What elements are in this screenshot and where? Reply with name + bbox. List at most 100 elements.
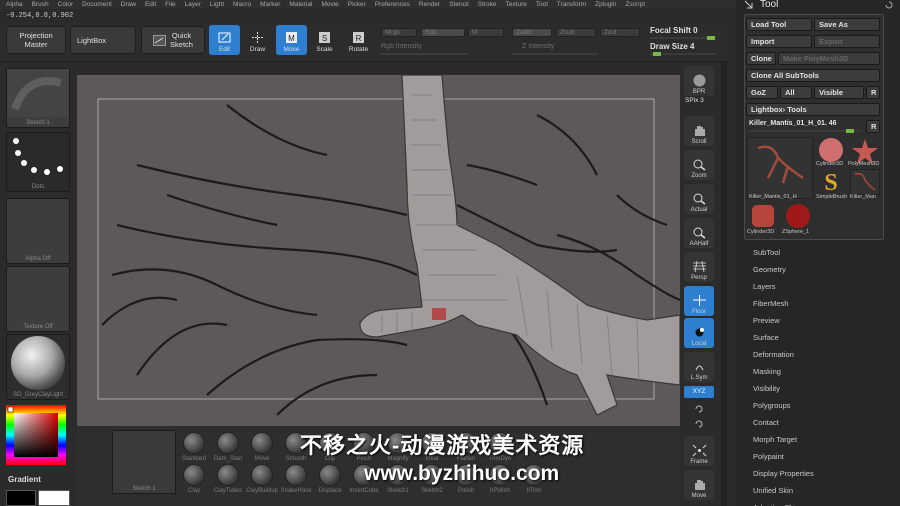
menu-material[interactable]: Material [289, 1, 312, 8]
texture-slot[interactable]: Texture Off [6, 266, 70, 332]
projection-master-button[interactable]: Projection Master [6, 26, 66, 54]
quick-sketch-button[interactable]: Quick Sketch [141, 26, 205, 54]
menu-file[interactable]: File [165, 1, 175, 8]
current-tool-slider[interactable]: Killer_Mantis_01_H_01. 46 [749, 120, 837, 127]
aahalf-button[interactable]: AAHalf [684, 218, 714, 248]
submenu-fibermesh[interactable]: FiberMesh [753, 299, 788, 308]
submenu-unified-skin[interactable]: Unified Skin [753, 486, 793, 495]
menu-stencil[interactable]: Stencil [449, 1, 469, 8]
secondary-color-swatch[interactable] [6, 490, 36, 506]
menu-preferences[interactable]: Preferences [375, 1, 410, 8]
submenu-layers[interactable]: Layers [753, 282, 776, 291]
goz-r-button[interactable]: R [866, 86, 880, 99]
material-slot[interactable]: SG_GreyClayLight [6, 334, 70, 400]
brush-clay[interactable] [183, 464, 205, 486]
frame-button[interactable]: Frame [684, 436, 714, 466]
current-tool-track[interactable] [748, 129, 862, 133]
persp-button[interactable]: Persp [684, 252, 714, 282]
mrgb-toggle[interactable]: Mrgb [381, 28, 417, 37]
main-color-swatch[interactable] [38, 490, 70, 506]
goz-visible-button[interactable]: Visible [814, 86, 864, 99]
tool-thumb-simplebrush[interactable]: S [816, 168, 846, 196]
load-tool-button[interactable]: Load Tool [746, 18, 812, 31]
edit-button[interactable]: Edit [209, 25, 240, 55]
tray-scrollbar[interactable] [721, 62, 727, 506]
tool-r-button[interactable]: R [866, 120, 880, 133]
zoom-button[interactable]: Zoom [684, 150, 714, 180]
alpha-slot[interactable]: Alpha Off [6, 198, 70, 264]
zsub-toggle[interactable]: Zsub [556, 28, 596, 37]
document-canvas[interactable] [77, 75, 680, 426]
floor-button[interactable]: Floor [684, 286, 714, 316]
scroll-button[interactable]: Scroll [684, 116, 714, 146]
menu-zscript[interactable]: Zscript [626, 1, 646, 8]
menu-stroke[interactable]: Stroke [478, 1, 497, 8]
tool-palette-arrow-icon[interactable] [744, 0, 754, 10]
rgb-toggle[interactable]: Rgb [421, 28, 465, 37]
focal-shift-slider[interactable]: Focal Shift 0 [650, 27, 698, 35]
goz-button[interactable]: GoZ [746, 86, 778, 99]
menu-tool[interactable]: Tool [536, 1, 548, 8]
brush-move[interactable] [251, 432, 273, 454]
xyz-button[interactable]: XYZ [684, 386, 714, 398]
move-mode-button[interactable]: M Move [276, 25, 307, 55]
zadd-toggle[interactable]: Zadd [512, 28, 552, 37]
brush-standard[interactable] [183, 432, 205, 454]
submenu-morph-target[interactable]: Morph Target [753, 435, 797, 444]
lsym-button[interactable]: L.Sym [684, 352, 714, 382]
clone-all-subtools-button[interactable]: Clone All SubTools [746, 69, 880, 82]
menu-edit[interactable]: Edit [145, 1, 156, 8]
lightbox-tools-button[interactable]: Lightbox› Tools [746, 103, 880, 116]
menu-brush[interactable]: Brush [32, 1, 49, 8]
rotate-button[interactable]: R Rotate [343, 25, 374, 55]
submenu-visibility[interactable]: Visibility [753, 384, 780, 393]
submenu-geometry[interactable]: Geometry [753, 265, 786, 274]
actual-button[interactable]: Actual [684, 184, 714, 214]
menu-macro[interactable]: Macro [233, 1, 251, 8]
menu-zplugin[interactable]: Zplugin [595, 1, 616, 8]
submenu-preview[interactable]: Preview [753, 316, 780, 325]
import-button[interactable]: Import [746, 35, 812, 48]
submenu-deformation[interactable]: Deformation [753, 350, 794, 359]
local-button[interactable]: Local [684, 318, 714, 348]
export-button[interactable]: Export [814, 35, 880, 48]
m-toggle[interactable]: M [468, 28, 504, 37]
save-as-button[interactable]: Save As [814, 18, 880, 31]
menu-texture[interactable]: Texture [506, 1, 527, 8]
menu-marker[interactable]: Marker [260, 1, 280, 8]
z-intensity-slider[interactable]: Z Intensity [522, 43, 554, 50]
menu-layer[interactable]: Layer [185, 1, 201, 8]
menu-render[interactable]: Render [419, 1, 440, 8]
tool-thumb-cylinder2[interactable] [749, 203, 777, 229]
undock-icon[interactable] [884, 0, 894, 10]
draw-size-track[interactable] [650, 52, 716, 56]
menu-draw[interactable]: Draw [121, 1, 136, 8]
brush-claybuildup[interactable] [251, 464, 273, 486]
draw-button[interactable]: Draw [242, 25, 273, 55]
focal-shift-track[interactable] [650, 36, 716, 40]
menu-color[interactable]: Color [58, 1, 74, 8]
zcut-toggle[interactable]: Zcut [600, 28, 640, 37]
rotate-y-icon[interactable] [693, 402, 705, 414]
submenu-masking[interactable]: Masking [753, 367, 781, 376]
brush-snakehook[interactable] [285, 464, 307, 486]
brush-displace[interactable] [319, 464, 341, 486]
scale-button[interactable]: S Scale [309, 25, 340, 55]
submenu-display-properties[interactable]: Display Properties [753, 469, 814, 478]
menu-light[interactable]: Light [210, 1, 224, 8]
brush-slot[interactable]: Sketch 1 [6, 68, 70, 128]
brush-claytubes[interactable] [217, 464, 239, 486]
menu-transform[interactable]: Transform [557, 1, 586, 8]
submenu-surface[interactable]: Surface [753, 333, 779, 342]
tool-thumb-mantis-small[interactable] [850, 169, 880, 195]
submenu-contact[interactable]: Contact [753, 418, 779, 427]
menu-alpha[interactable]: Alpha [6, 1, 23, 8]
z-intensity-track[interactable] [512, 53, 598, 55]
goz-all-button[interactable]: All [780, 86, 812, 99]
menu-picker[interactable]: Picker [348, 1, 366, 8]
brush-dam-stan[interactable] [217, 432, 239, 454]
menu-movie[interactable]: Movie [321, 1, 338, 8]
lightbox-button[interactable]: LightBox [70, 26, 136, 54]
make-polymesh-button[interactable]: Make PolyMesh3D [778, 52, 880, 65]
submenu-polypaint[interactable]: Polypaint [753, 452, 784, 461]
